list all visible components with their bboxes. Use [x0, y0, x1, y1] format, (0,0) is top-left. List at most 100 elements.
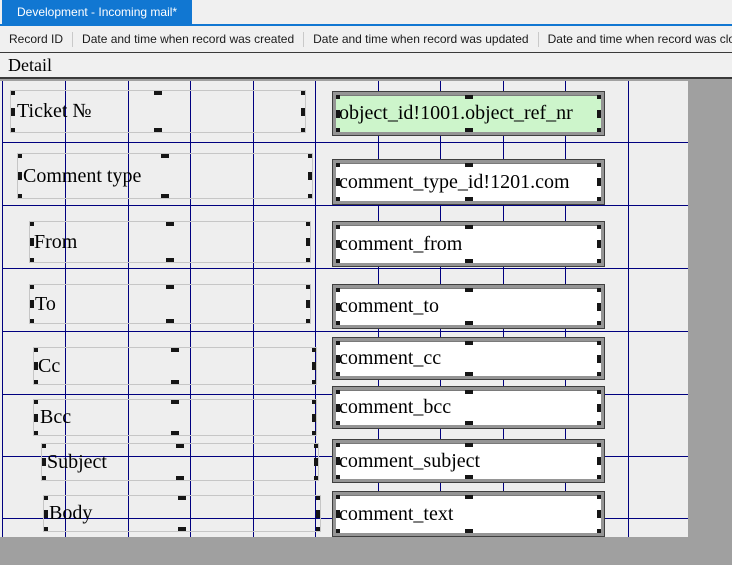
selection-handle[interactable] — [43, 527, 48, 532]
field-item-record-closed[interactable]: Date and time when record was closed — [539, 32, 732, 46]
selection-handle[interactable] — [314, 443, 319, 448]
label-to[interactable]: To — [29, 284, 311, 324]
selection-handle[interactable] — [333, 92, 340, 99]
selection-handle[interactable] — [29, 300, 34, 308]
band-header-detail[interactable]: Detail — [0, 53, 732, 79]
selection-handle[interactable] — [161, 153, 169, 158]
selection-handle[interactable] — [597, 285, 604, 292]
selection-handle[interactable] — [465, 440, 473, 447]
selection-handle[interactable] — [333, 240, 340, 248]
selection-handle[interactable] — [43, 510, 48, 518]
selection-handle[interactable] — [333, 110, 340, 118]
selection-handle[interactable] — [597, 178, 604, 186]
selection-handle[interactable] — [333, 457, 340, 465]
selection-handle[interactable] — [333, 440, 340, 447]
selection-handle[interactable] — [597, 160, 604, 167]
selection-handle[interactable] — [333, 355, 340, 363]
selection-handle[interactable] — [597, 338, 604, 345]
selection-handle[interactable] — [597, 440, 604, 447]
field-comment-subject[interactable]: comment_subject — [333, 440, 604, 482]
selection-handle[interactable] — [333, 259, 340, 266]
selection-handle[interactable] — [333, 387, 340, 394]
selection-handle[interactable] — [333, 492, 340, 499]
selection-handle[interactable] — [314, 476, 319, 481]
selection-handle[interactable] — [29, 221, 34, 226]
selection-handle[interactable] — [17, 172, 22, 180]
selection-handle[interactable] — [312, 347, 317, 352]
selection-handle[interactable] — [171, 399, 179, 404]
field-comment-type[interactable]: comment_type_id!1201.com — [333, 160, 604, 204]
selection-handle[interactable] — [465, 529, 473, 536]
selection-handle[interactable] — [312, 380, 317, 385]
selection-handle[interactable] — [17, 153, 22, 158]
selection-handle[interactable] — [465, 492, 473, 499]
selection-handle[interactable] — [301, 108, 306, 116]
label-body[interactable]: Body — [43, 495, 321, 532]
selection-handle[interactable] — [465, 387, 473, 394]
field-comment-from[interactable]: comment_from — [333, 222, 604, 266]
selection-handle[interactable] — [29, 258, 34, 263]
selection-handle[interactable] — [306, 300, 311, 308]
field-comment-cc[interactable]: comment_cc — [333, 338, 604, 379]
selection-handle[interactable] — [333, 421, 340, 428]
selection-handle[interactable] — [597, 92, 604, 99]
selection-handle[interactable] — [154, 128, 162, 133]
selection-handle[interactable] — [333, 222, 340, 229]
selection-handle[interactable] — [178, 527, 186, 532]
selection-handle[interactable] — [597, 240, 604, 248]
selection-handle[interactable] — [333, 197, 340, 204]
selection-handle[interactable] — [333, 404, 340, 412]
selection-handle[interactable] — [308, 153, 313, 158]
selection-handle[interactable] — [465, 222, 473, 229]
selection-handle[interactable] — [597, 355, 604, 363]
field-comment-text[interactable]: comment_text — [333, 492, 604, 536]
selection-handle[interactable] — [306, 319, 311, 324]
selection-handle[interactable] — [333, 321, 340, 328]
selection-handle[interactable] — [597, 259, 604, 266]
selection-handle[interactable] — [154, 90, 162, 95]
field-item-record-updated[interactable]: Date and time when record was updated — [304, 32, 537, 46]
label-bcc[interactable]: Bcc — [33, 399, 317, 436]
selection-handle[interactable] — [33, 414, 38, 422]
field-item-record-created[interactable]: Date and time when record was created — [73, 32, 303, 46]
selection-handle[interactable] — [166, 221, 174, 226]
selection-handle[interactable] — [597, 404, 604, 412]
selection-handle[interactable] — [33, 380, 38, 385]
selection-handle[interactable] — [333, 529, 340, 536]
selection-handle[interactable] — [333, 160, 340, 167]
selection-handle[interactable] — [306, 238, 311, 246]
selection-handle[interactable] — [29, 284, 34, 289]
selection-handle[interactable] — [465, 321, 473, 328]
selection-handle[interactable] — [597, 110, 604, 118]
selection-handle[interactable] — [312, 431, 317, 436]
selection-handle[interactable] — [29, 319, 34, 324]
selection-handle[interactable] — [178, 495, 186, 500]
selection-handle[interactable] — [166, 258, 174, 263]
selection-handle[interactable] — [312, 399, 317, 404]
label-ticket-no[interactable]: Ticket № — [10, 90, 306, 133]
field-ticket-ref[interactable]: object_id!1001.object_ref_nr — [333, 92, 604, 135]
selection-handle[interactable] — [306, 258, 311, 263]
selection-handle[interactable] — [171, 347, 179, 352]
selection-handle[interactable] — [597, 510, 604, 518]
label-comment-type[interactable]: Comment type — [17, 153, 313, 199]
selection-handle[interactable] — [333, 338, 340, 345]
selection-handle[interactable] — [176, 443, 184, 448]
selection-handle[interactable] — [465, 128, 473, 135]
selection-handle[interactable] — [333, 128, 340, 135]
field-comment-bcc[interactable]: comment_bcc — [333, 387, 604, 428]
selection-handle[interactable] — [43, 495, 48, 500]
label-from[interactable]: From — [29, 221, 311, 263]
selection-handle[interactable] — [465, 475, 473, 482]
selection-handle[interactable] — [465, 197, 473, 204]
selection-handle[interactable] — [465, 259, 473, 266]
selection-handle[interactable] — [171, 431, 179, 436]
selection-handle[interactable] — [465, 285, 473, 292]
field-item-record-id[interactable]: Record ID — [0, 32, 72, 46]
selection-handle[interactable] — [41, 476, 46, 481]
selection-handle[interactable] — [465, 338, 473, 345]
selection-handle[interactable] — [312, 414, 317, 422]
selection-handle[interactable] — [10, 128, 15, 133]
selection-handle[interactable] — [33, 399, 38, 404]
label-cc[interactable]: Cc — [33, 347, 317, 385]
